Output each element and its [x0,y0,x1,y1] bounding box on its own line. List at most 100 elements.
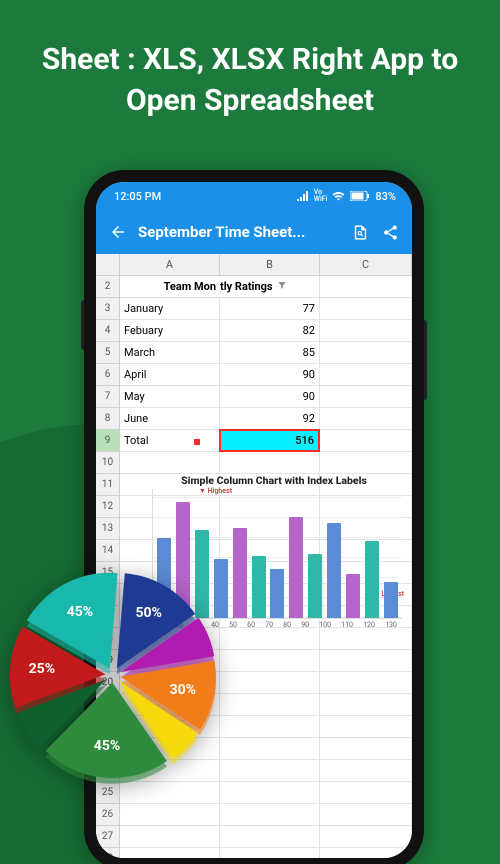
row-header[interactable]: 7 [96,386,120,408]
cell[interactable] [320,386,412,408]
table-row: 8 June 92 [96,408,412,430]
cell[interactable] [320,298,412,320]
cell[interactable] [320,364,412,386]
cell[interactable] [220,826,320,848]
month-cell[interactable]: June [120,408,220,430]
cell[interactable] [320,782,412,804]
row-header[interactable]: 27 [96,826,120,848]
table-title-cell-b[interactable]: tly Ratings [220,276,320,298]
cell[interactable] [320,408,412,430]
row-header[interactable]: 10 [96,452,120,474]
pie-slice-label: 50% [135,605,161,621]
x-tick: 50 [229,621,237,629]
cell[interactable] [220,848,320,858]
row-header[interactable]: 14 [96,540,120,562]
total-value-cell[interactable]: 516 [219,429,320,452]
value-cell[interactable]: 77 [220,298,320,320]
cell[interactable] [320,826,412,848]
pie-slice-label: 45% [94,738,120,754]
row-header[interactable]: 12 [96,496,120,518]
pie-chart: 45%50%30%45%25% [8,570,218,780]
cell[interactable] [220,672,320,694]
row-header[interactable]: 11 [96,474,120,496]
month-cell[interactable]: January [120,298,220,320]
month-cell[interactable]: March [120,342,220,364]
x-tick: 70 [265,621,273,629]
cell[interactable] [220,760,320,782]
row-header[interactable]: 3 [96,298,120,320]
table-row: 27 [96,826,412,848]
cell[interactable] [120,804,220,826]
cell[interactable] [220,716,320,738]
bar [384,582,398,618]
row-header[interactable]: 4 [96,320,120,342]
wifi-icon [332,191,345,201]
cell[interactable] [320,848,412,858]
cell[interactable] [320,628,412,650]
cell[interactable] [320,430,412,452]
col-header-a[interactable]: A [120,254,220,276]
selection-handle[interactable] [194,439,200,445]
cell[interactable] [320,672,412,694]
col-header-b[interactable]: B [220,254,320,276]
row-header[interactable]: 8 [96,408,120,430]
x-tick: 120 [363,621,375,629]
value-cell[interactable]: 90 [220,364,320,386]
total-label-cell[interactable]: Total [120,430,220,452]
cell[interactable] [120,826,220,848]
bar [327,523,341,618]
cell[interactable] [220,694,320,716]
row-header[interactable]: 2 [96,276,120,298]
share-icon [382,224,399,241]
x-tick: 60 [247,621,255,629]
search-button[interactable] [350,222,370,242]
cell[interactable] [320,760,412,782]
col-header-c[interactable]: C [320,254,412,276]
value-cell[interactable]: 90 [220,386,320,408]
x-tick: 90 [301,621,309,629]
row-header[interactable]: 5 [96,342,120,364]
cell[interactable] [220,738,320,760]
table-row: 4 Febuary 82 [96,320,412,342]
cell[interactable] [320,320,412,342]
cell[interactable] [320,276,412,298]
table-title-cell-a[interactable]: Team Mon [120,276,220,298]
value-cell[interactable]: 92 [220,408,320,430]
page-search-icon [352,224,369,241]
bar [270,569,284,618]
month-cell[interactable]: April [120,364,220,386]
bar [233,528,247,618]
value-cell[interactable]: 82 [220,320,320,342]
cell[interactable] [320,738,412,760]
back-button[interactable] [108,222,128,242]
value-cell[interactable]: 85 [220,342,320,364]
table-row: 3 January 77 [96,298,412,320]
phone-power-button [424,320,427,400]
cell[interactable] [320,342,412,364]
cell[interactable] [320,694,412,716]
promo-title: Sheet : XLS, XLSX Right App to Open Spre… [0,40,500,121]
row-header[interactable]: 26 [96,804,120,826]
cell[interactable] [220,782,320,804]
row-header[interactable]: 25 [96,782,120,804]
cell[interactable] [220,804,320,826]
cell[interactable] [220,650,320,672]
row-header[interactable]: 9 [96,430,120,452]
cell[interactable] [320,804,412,826]
month-cell[interactable]: May [120,386,220,408]
cell[interactable] [320,716,412,738]
month-cell[interactable]: Febuary [120,320,220,342]
row-header[interactable]: 6 [96,364,120,386]
share-button[interactable] [380,222,400,242]
cell[interactable] [120,848,220,858]
row-header[interactable]: 28 [96,848,120,858]
cell[interactable] [220,628,320,650]
filter-icon[interactable] [277,280,287,293]
cell[interactable] [320,650,412,672]
bar [365,541,379,618]
battery-percent: 83% [375,190,396,203]
column-headers: A B C [96,254,412,276]
status-bar: 12:05 PM VoWiFi 83% [96,182,412,210]
cell[interactable] [120,782,220,804]
row-header[interactable]: 13 [96,518,120,540]
